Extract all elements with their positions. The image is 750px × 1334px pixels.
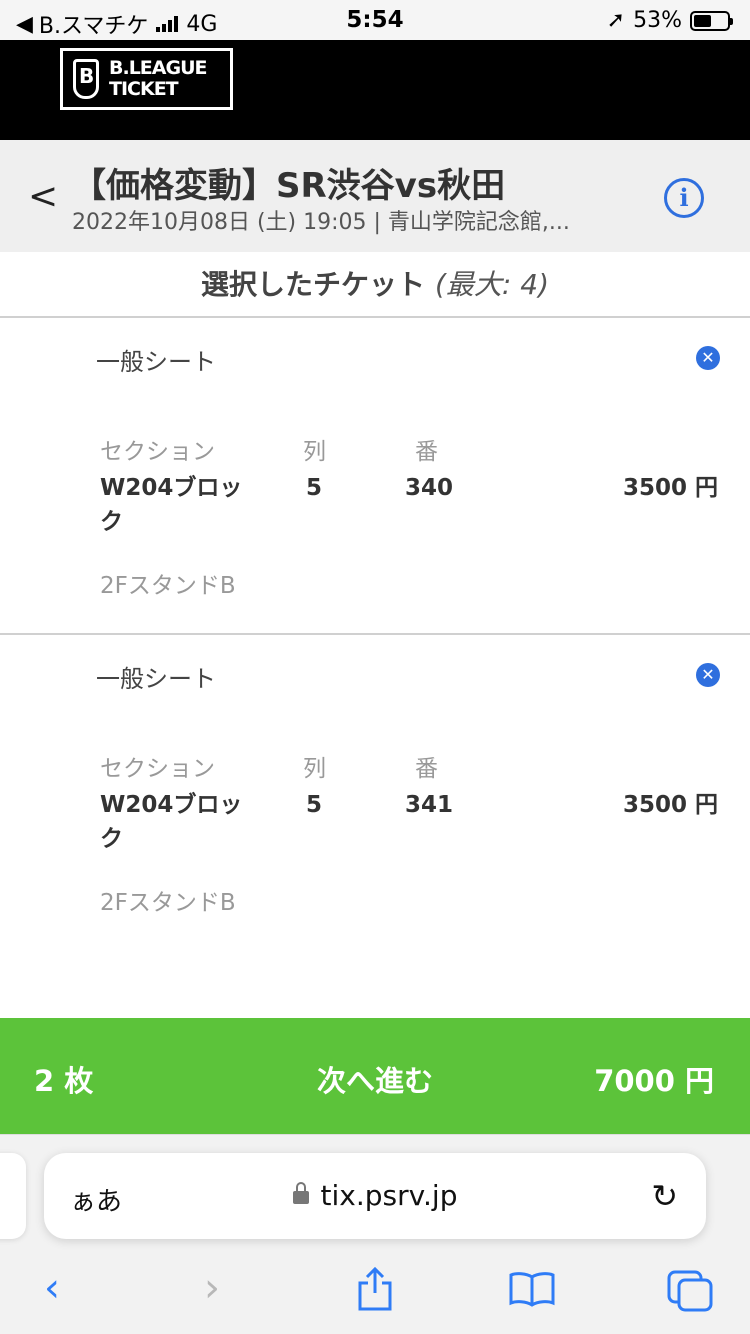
event-title: 【価格変動】SR渋谷vs秋田: [72, 166, 506, 206]
section-value: W204ブロック: [100, 475, 243, 535]
reload-icon[interactable]: ↻: [651, 1177, 678, 1215]
ticket-card: 一般シート ✕ セクション 列 番 W204ブロック 5 340 3500 円 …: [0, 318, 750, 635]
checkout-bar[interactable]: 2 枚 次へ進む 7000 円: [0, 1018, 750, 1134]
logo-text: B.LEAGUE TICKET: [109, 58, 207, 100]
selected-tickets-heading: 選択したチケット (最大: 4): [0, 252, 750, 318]
total-price: 7000 円: [594, 1064, 714, 1098]
lock-icon: [292, 1182, 309, 1204]
number-header: 番: [415, 756, 438, 782]
seat-type: 一般シート: [96, 348, 216, 376]
seat-type: 一般シート: [96, 665, 216, 693]
row-header: 列: [303, 439, 326, 465]
battery-icon: [690, 10, 733, 31]
url-display[interactable]: tix.psrv.jp: [44, 1179, 706, 1212]
tabs-icon[interactable]: [666, 1269, 714, 1323]
status-bar: ◀ B.スマチケ 4G 5:54 ➚ 53%: [0, 0, 750, 40]
event-header: < 【価格変動】SR渋谷vs秋田 2022年10月08日 (土) 19:05 |…: [0, 140, 750, 252]
area-label: 2FスタンドB: [100, 573, 236, 599]
section-header: セクション: [100, 756, 215, 782]
forward-icon[interactable]: ›: [204, 1265, 220, 1311]
previous-tab-card[interactable]: [0, 1153, 26, 1239]
row-value: 5: [306, 792, 323, 818]
battery-percent: 53%: [633, 8, 682, 33]
price-value: 3500 円: [622, 792, 718, 818]
number-value: 341: [405, 792, 454, 818]
bleague-logo-icon: [73, 59, 99, 99]
row-header: 列: [303, 756, 326, 782]
info-icon[interactable]: i: [664, 178, 704, 218]
price-value: 3500 円: [622, 475, 718, 501]
browser-toolbar: ‹ ›: [0, 1265, 750, 1325]
ticket-card: 一般シート ✕ セクション 列 番 W204ブロック 5 341 3500 円 …: [0, 635, 750, 952]
brand-header: B.LEAGUE TICKET: [0, 40, 750, 140]
section-header: セクション: [100, 439, 215, 465]
row-value: 5: [306, 475, 323, 501]
logo-line-2: TICKET: [109, 78, 179, 100]
bleague-ticket-logo[interactable]: B.LEAGUE TICKET: [60, 48, 233, 110]
max-tickets-label: (最大: 4): [435, 268, 549, 301]
area-label: 2FスタンドB: [100, 890, 236, 916]
share-icon[interactable]: [356, 1266, 394, 1321]
number-value: 340: [405, 475, 454, 501]
back-chevron-icon[interactable]: <: [28, 176, 58, 217]
section-value: W204ブロック: [100, 792, 243, 852]
event-subtitle: 2022年10月08日 (土) 19:05 | 青山学院記念館,...: [72, 210, 570, 235]
logo-line-1: B.LEAGUE: [109, 57, 207, 79]
back-icon[interactable]: ‹: [44, 1265, 60, 1311]
address-bar[interactable]: ぁあ tix.psrv.jp ↻: [44, 1153, 706, 1239]
url-text: tix.psrv.jp: [320, 1179, 458, 1212]
browser-chrome: ぁあ tix.psrv.jp ↻ ‹ ›: [0, 1134, 750, 1334]
location-icon: ➚: [606, 8, 626, 33]
remove-ticket-icon[interactable]: ✕: [696, 346, 720, 370]
number-header: 番: [415, 439, 438, 465]
remove-ticket-icon[interactable]: ✕: [696, 663, 720, 687]
selected-tickets-title: 選択したチケット: [200, 268, 425, 301]
bookmarks-icon[interactable]: [508, 1271, 556, 1317]
status-right: ➚ 53%: [606, 8, 733, 33]
